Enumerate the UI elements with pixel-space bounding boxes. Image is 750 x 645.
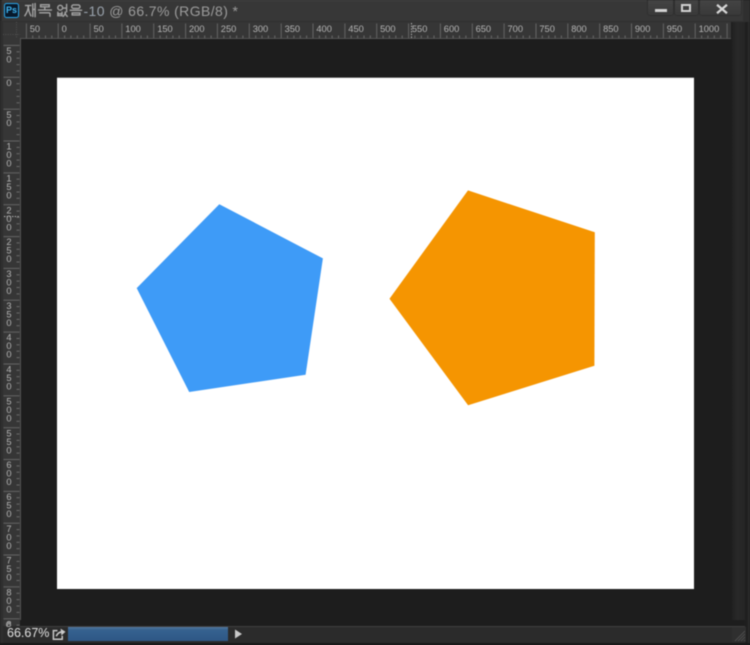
svg-text:300: 300 xyxy=(252,24,268,34)
svg-text:850: 850 xyxy=(603,24,619,34)
svg-text:0: 0 xyxy=(6,605,11,615)
svg-text:200: 200 xyxy=(189,24,205,34)
svg-text:0: 0 xyxy=(61,24,66,34)
svg-text:0: 0 xyxy=(6,541,11,551)
svg-text:0: 0 xyxy=(6,350,11,360)
svg-text:0: 0 xyxy=(6,382,11,392)
svg-text:0: 0 xyxy=(6,318,11,328)
svg-text:800: 800 xyxy=(571,24,587,34)
svg-text:350: 350 xyxy=(284,24,300,34)
svg-text:0: 0 xyxy=(6,118,11,128)
svg-text:1000: 1000 xyxy=(698,24,719,34)
svg-text:0: 0 xyxy=(6,445,11,455)
svg-text:450: 450 xyxy=(348,24,364,34)
svg-text:1050: 1050 xyxy=(730,24,731,34)
svg-text:0: 0 xyxy=(6,55,11,65)
svg-text:750: 750 xyxy=(539,24,555,34)
svg-text:400: 400 xyxy=(316,24,332,34)
svg-text:0: 0 xyxy=(6,286,11,296)
svg-text:50: 50 xyxy=(93,24,103,34)
svg-text:500: 500 xyxy=(380,24,396,34)
svg-text:950: 950 xyxy=(666,24,682,34)
svg-text:0: 0 xyxy=(6,413,11,423)
svg-text:50: 50 xyxy=(29,24,39,34)
svg-text:0: 0 xyxy=(6,477,11,487)
svg-text:0: 0 xyxy=(6,222,11,232)
svg-text:100: 100 xyxy=(125,24,141,34)
svg-text:0: 0 xyxy=(6,191,11,201)
svg-text:0: 0 xyxy=(6,509,11,519)
svg-text:900: 900 xyxy=(634,24,650,34)
svg-text:150: 150 xyxy=(157,24,173,34)
svg-text:0: 0 xyxy=(6,254,11,264)
svg-text:250: 250 xyxy=(220,24,236,34)
svg-text:0: 0 xyxy=(6,78,11,88)
svg-text:650: 650 xyxy=(475,24,491,34)
svg-text:600: 600 xyxy=(443,24,459,34)
svg-text:550: 550 xyxy=(411,24,427,34)
svg-text:700: 700 xyxy=(507,24,523,34)
svg-text:0: 0 xyxy=(6,159,11,169)
svg-text:0: 0 xyxy=(6,573,11,583)
